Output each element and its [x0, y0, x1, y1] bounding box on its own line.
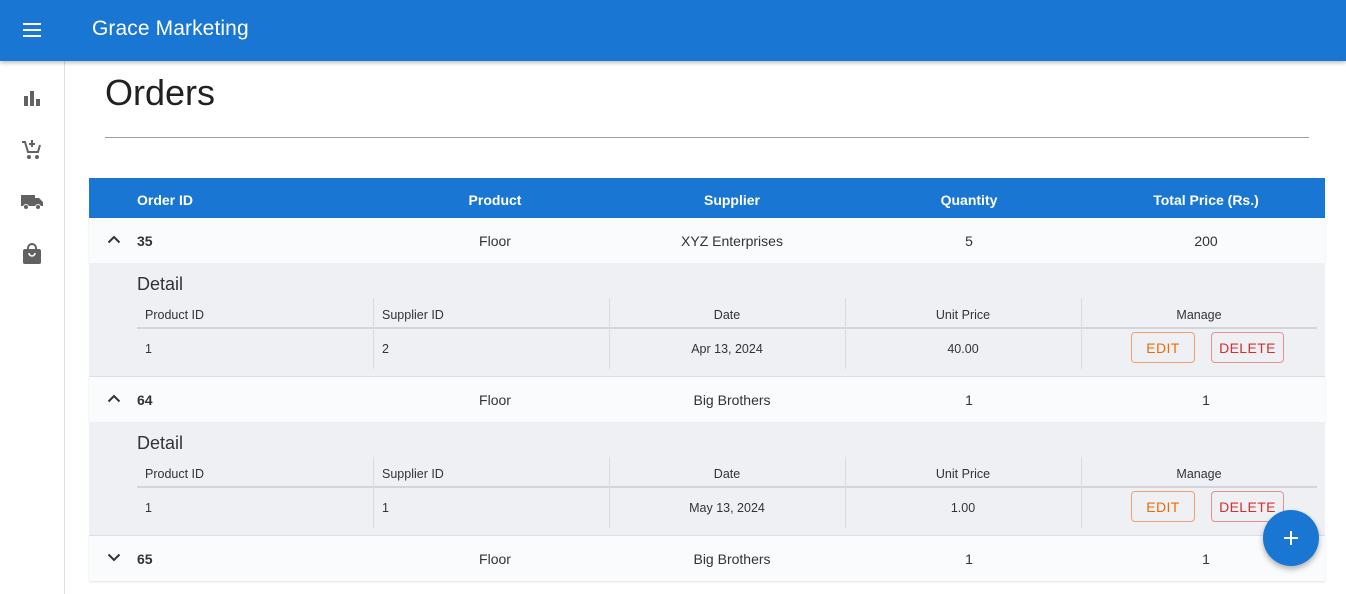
bar-chart-icon	[24, 91, 40, 106]
detail-header-product-id: Product ID	[145, 467, 205, 481]
order-supplier: Big Brothers	[693, 392, 771, 408]
detail-date: May 13, 2024	[689, 501, 765, 515]
app-bar: Grace Marketing	[0, 0, 1346, 61]
order-quantity: 5	[965, 233, 973, 249]
title-divider	[105, 137, 1309, 138]
column-header-order-id: Order ID	[137, 192, 194, 208]
detail-header-manage: Manage	[1176, 467, 1222, 481]
order-total: 200	[1194, 233, 1218, 249]
order-quantity: 1	[965, 551, 973, 567]
detail-header-unit-price: Unit Price	[935, 308, 991, 322]
shopping-bag-icon	[23, 243, 41, 264]
order-product: Floor	[479, 392, 511, 408]
order-quantity: 1	[965, 392, 973, 408]
detail-unit-price: 40.00	[947, 342, 979, 356]
order-id: 35	[137, 233, 153, 249]
detail-header-date: Date	[713, 467, 741, 481]
sidebar-item-suppliers[interactable]	[14, 184, 50, 220]
sidebar-item-orders[interactable]	[14, 132, 50, 168]
detail-header-manage: Manage	[1176, 308, 1222, 322]
add-order-button[interactable]	[1263, 510, 1319, 566]
order-detail-panel: Detail Product ID Supplier ID Date Unit …	[89, 263, 1325, 377]
edit-button[interactable]: EDIT	[1131, 491, 1195, 522]
table-row: 65 Floor Big Brothers 1 1	[89, 536, 1325, 581]
orders-table: Order ID Product Supplier Quantity Total…	[89, 178, 1325, 581]
detail-header-date: Date	[713, 308, 741, 322]
table-header: Order ID Product Supplier Quantity Total…	[89, 178, 1325, 218]
sidebar-item-products[interactable]	[14, 236, 50, 272]
detail-title: Detail	[137, 433, 184, 453]
add-cart-icon	[22, 140, 41, 159]
collapse-row-button[interactable]	[103, 228, 125, 250]
detail-table: Product ID Supplier ID Date Unit Price M…	[137, 457, 1317, 529]
detail-supplier-id: 2	[382, 342, 389, 356]
detail-supplier-id: 1	[382, 501, 389, 515]
column-divider	[609, 298, 610, 369]
column-divider	[609, 457, 610, 528]
detail-unit-price: 1.00	[950, 501, 976, 515]
column-header-supplier: Supplier	[703, 192, 761, 208]
order-supplier: Big Brothers	[693, 551, 771, 567]
order-id: 65	[137, 551, 153, 567]
detail-header-unit-price: Unit Price	[935, 467, 991, 481]
column-divider	[1081, 298, 1082, 369]
sidebar-item-dashboard[interactable]	[14, 80, 50, 116]
column-divider	[373, 457, 374, 528]
order-supplier: XYZ Enterprises	[681, 233, 783, 249]
detail-header-product-id: Product ID	[145, 308, 205, 322]
detail-title: Detail	[137, 274, 184, 294]
column-divider	[1081, 457, 1082, 528]
chevron-up-icon	[107, 394, 121, 402]
chevron-down-icon	[107, 553, 121, 561]
detail-table: Product ID Supplier ID Date Unit Price M…	[137, 298, 1317, 370]
order-detail-panel: Detail Product ID Supplier ID Date Unit …	[89, 422, 1325, 536]
app-title: Grace Marketing	[92, 17, 249, 40]
menu-button[interactable]	[14, 12, 50, 48]
delete-button[interactable]: DELETE	[1211, 332, 1284, 363]
column-divider	[845, 298, 846, 369]
truck-icon	[21, 195, 43, 210]
detail-date: Apr 13, 2024	[691, 342, 763, 356]
column-divider	[845, 457, 846, 528]
column-header-product: Product	[468, 192, 522, 208]
order-id: 64	[137, 392, 153, 408]
collapse-row-button[interactable]	[103, 387, 125, 409]
column-header-total-price: Total Price (Rs.)	[1153, 192, 1259, 208]
expand-row-button[interactable]	[103, 546, 125, 568]
detail-header-supplier-id: Supplier ID	[382, 467, 444, 481]
sidebar	[0, 61, 65, 594]
order-product: Floor	[479, 551, 511, 567]
detail-product-id: 1	[145, 342, 152, 356]
menu-icon	[23, 23, 41, 37]
edit-button[interactable]: EDIT	[1131, 332, 1195, 363]
plus-icon	[1284, 531, 1298, 545]
detail-product-id: 1	[145, 501, 152, 515]
order-total: 1	[1202, 551, 1210, 567]
table-row: 64 Floor Big Brothers 1 1	[89, 377, 1325, 422]
column-header-quantity: Quantity	[940, 192, 998, 208]
chevron-up-icon	[107, 235, 121, 243]
page-title: Orders	[105, 72, 216, 113]
table-row: 35 Floor XYZ Enterprises 5 200	[89, 218, 1325, 263]
detail-header-supplier-id: Supplier ID	[382, 308, 444, 322]
column-divider	[373, 298, 374, 369]
order-product: Floor	[479, 233, 511, 249]
order-total: 1	[1202, 392, 1210, 408]
